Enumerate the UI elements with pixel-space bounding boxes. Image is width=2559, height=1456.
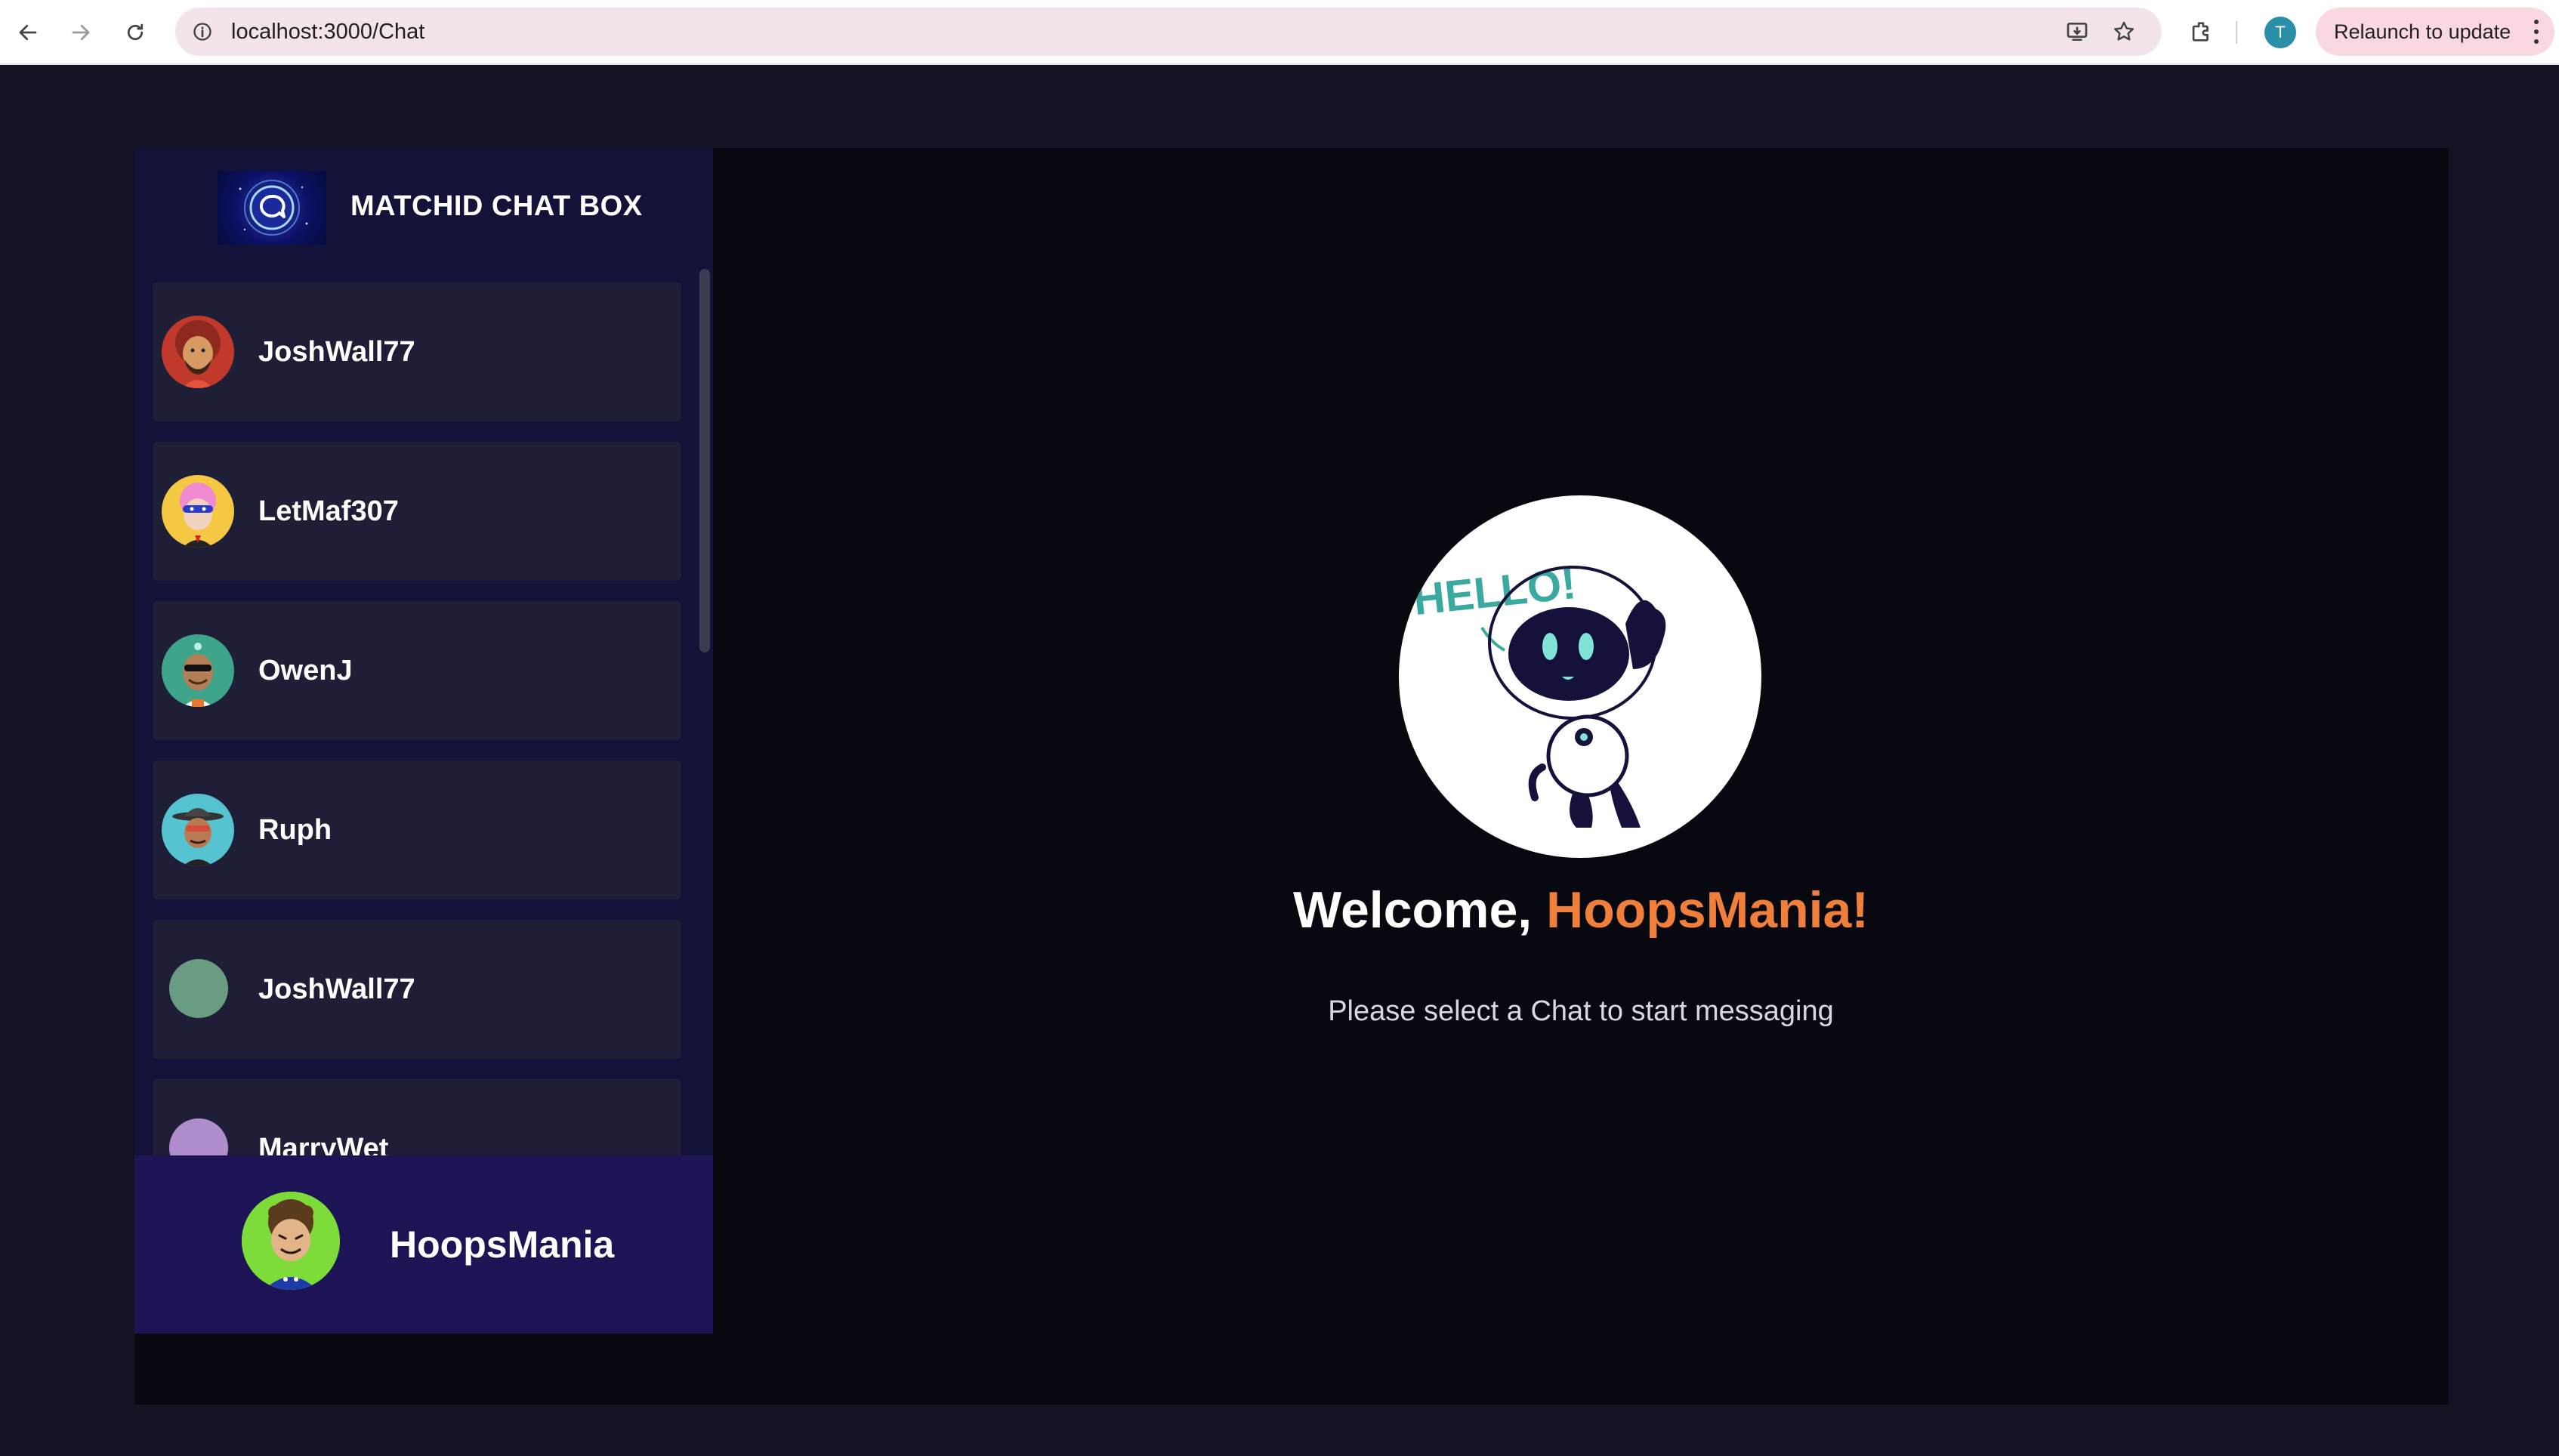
forward-button[interactable] xyxy=(62,14,100,51)
contacts-sidebar: MATCHID CHAT BOX JoshWall77 LetMaf307 Ow… xyxy=(134,148,713,1334)
contact-list-scrollbar[interactable] xyxy=(699,269,710,652)
contact-name: Ruph xyxy=(258,814,332,846)
reload-button[interactable] xyxy=(116,14,154,51)
toolbar-divider xyxy=(2236,21,2237,44)
contact-name: JoshWall77 xyxy=(258,336,415,368)
brand-title: MATCHID CHAT BOX xyxy=(350,190,643,222)
welcome-username: HoopsMania! xyxy=(1546,881,1869,939)
contact-list[interactable]: JoshWall77 LetMaf307 OwenJ Ruph JoshWall… xyxy=(134,269,713,1306)
profile-avatar[interactable]: T xyxy=(2264,17,2296,48)
contact-item[interactable]: LetMaf307 xyxy=(153,442,681,581)
current-user-name: HoopsMania xyxy=(390,1223,615,1266)
chat-logo-icon xyxy=(218,171,326,245)
kebab-menu-icon[interactable] xyxy=(2532,20,2541,44)
avatar xyxy=(162,316,234,388)
avatar xyxy=(162,475,234,548)
contact-name: JoshWall77 xyxy=(258,973,415,1005)
avatar xyxy=(242,1192,340,1290)
avatar xyxy=(162,794,234,866)
bookmark-star-icon[interactable] xyxy=(2110,18,2138,45)
robot-hello-illustration: HELLO! xyxy=(1399,495,1761,858)
app-viewport: MATCHID CHAT BOX JoshWall77 LetMaf307 Ow… xyxy=(6,79,2559,1456)
welcome-pane: HELLO! Welcome, HoopsMania! Please selec… xyxy=(713,148,2449,1405)
reload-icon xyxy=(127,23,144,41)
install-app-icon[interactable] xyxy=(2064,18,2091,45)
contact-name: LetMaf307 xyxy=(258,495,399,527)
current-user-panel: HoopsMania xyxy=(134,1155,713,1334)
back-arrow-icon xyxy=(19,24,37,41)
contact-item[interactable]: Ruph xyxy=(153,760,681,899)
select-chat-prompt: Please select a Chat to start messaging xyxy=(1328,995,1834,1027)
back-button[interactable] xyxy=(9,14,47,51)
contact-item[interactable]: JoshWall77 xyxy=(153,282,681,421)
welcome-greeting: Welcome, xyxy=(1292,881,1533,939)
url-text[interactable]: localhost:3000/Chat xyxy=(231,8,424,56)
relaunch-label: Relaunch to update xyxy=(2334,20,2511,43)
contact-name: OwenJ xyxy=(258,655,353,686)
contact-item[interactable]: OwenJ xyxy=(153,601,681,740)
extensions-icon[interactable] xyxy=(2184,15,2218,48)
forward-arrow-icon xyxy=(72,24,90,41)
relaunch-button[interactable]: Relaunch to update xyxy=(2316,8,2554,56)
brand-header: MATCHID CHAT BOX xyxy=(134,148,713,269)
avatar xyxy=(162,634,234,707)
welcome-heading: Welcome, HoopsMania! xyxy=(713,881,2449,939)
site-info-icon[interactable] xyxy=(189,18,216,45)
chat-container: MATCHID CHAT BOX JoshWall77 LetMaf307 Ow… xyxy=(134,148,2449,1405)
address-bar[interactable]: localhost:3000/Chat xyxy=(175,8,2162,56)
browser-toolbar: localhost:3000/Chat T Relaunch to update xyxy=(0,0,2559,65)
avatar xyxy=(169,959,228,1018)
contact-item[interactable]: JoshWall77 xyxy=(153,920,681,1059)
